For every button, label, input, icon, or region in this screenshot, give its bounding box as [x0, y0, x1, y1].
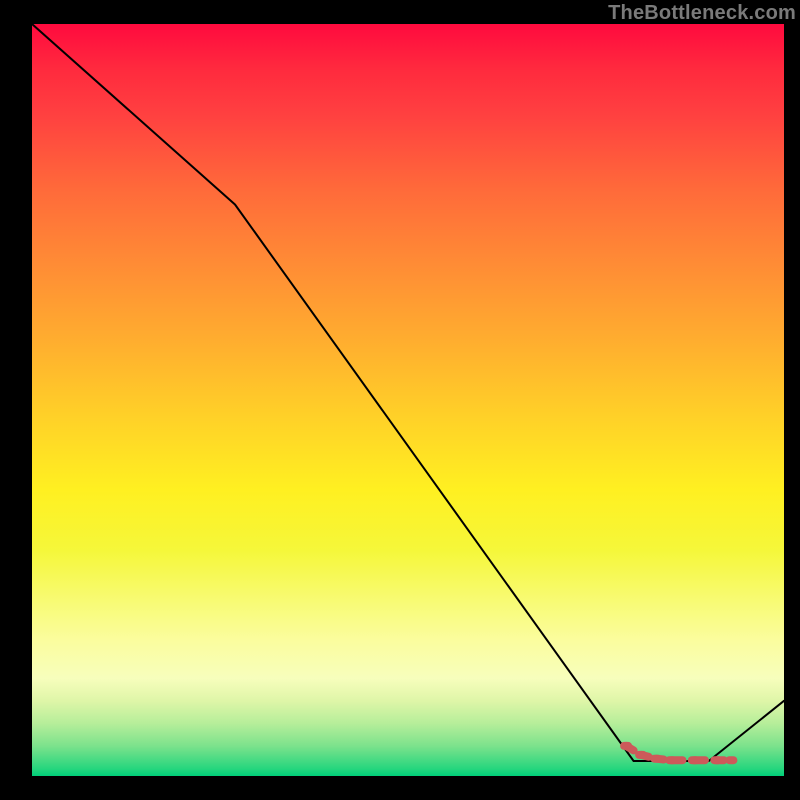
plot-svg	[32, 24, 784, 776]
plot-area	[32, 24, 784, 776]
highlight-connector	[626, 746, 634, 751]
highlight-connector	[656, 759, 664, 760]
main-curve-line	[32, 24, 784, 761]
highlight-connector	[641, 755, 649, 757]
watermark-label: TheBottleneck.com	[608, 2, 796, 25]
chart-frame: TheBottleneck.com	[0, 0, 800, 800]
